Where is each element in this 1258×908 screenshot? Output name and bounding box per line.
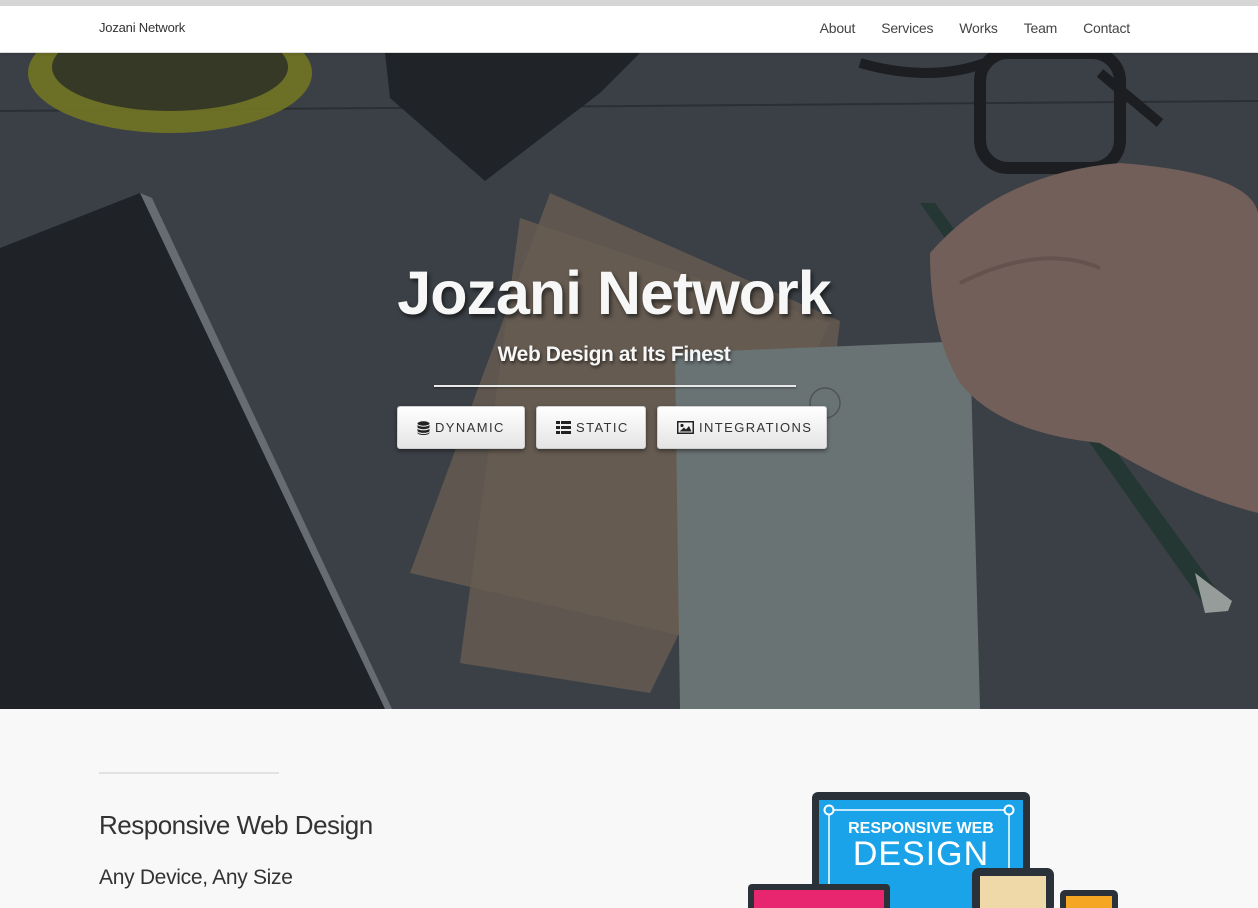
top-navbar: Jozani Network About Services Works Team… xyxy=(0,0,1258,53)
hero-subtitle: Web Design at Its Finest xyxy=(497,343,731,366)
nav-link-about[interactable]: About xyxy=(820,20,856,36)
dynamic-button-label: DYNAMIC xyxy=(435,420,505,435)
nav-links: About Services Works Team Contact xyxy=(794,20,1131,36)
responsive-design-illustration: RESPONSIVE WEB DESIGN xyxy=(748,792,1118,908)
static-button-label: STATIC xyxy=(576,420,629,435)
hero-section: Jozani Network Web Design at Its Finest … xyxy=(0,53,1258,709)
hero-background-photo xyxy=(0,53,1258,709)
dynamic-button[interactable]: DYNAMIC xyxy=(397,406,525,449)
section-heading: Responsive Web Design xyxy=(99,810,373,840)
hero-button-group: DYNAMIC STATIC INTEGRATIONS xyxy=(397,406,827,449)
image-icon xyxy=(677,421,694,434)
list-icon xyxy=(556,421,571,434)
illustration-line-2: DESIGN xyxy=(853,835,989,873)
section-subheading: Any Device, Any Size xyxy=(99,866,293,889)
nav-link-services[interactable]: Services xyxy=(881,20,933,36)
hero-divider xyxy=(434,385,796,387)
integrations-button-label: INTEGRATIONS xyxy=(699,420,813,435)
database-icon xyxy=(417,420,430,435)
hero-title: Jozani Network xyxy=(397,259,831,327)
section-divider xyxy=(99,772,279,774)
navbar-brand[interactable]: Jozani Network xyxy=(99,20,185,35)
nav-link-works[interactable]: Works xyxy=(959,20,998,36)
nav-link-team[interactable]: Team xyxy=(1024,20,1058,36)
nav-link-contact[interactable]: Contact xyxy=(1083,20,1130,36)
static-button[interactable]: STATIC xyxy=(536,406,646,449)
integrations-button[interactable]: INTEGRATIONS xyxy=(657,406,827,449)
